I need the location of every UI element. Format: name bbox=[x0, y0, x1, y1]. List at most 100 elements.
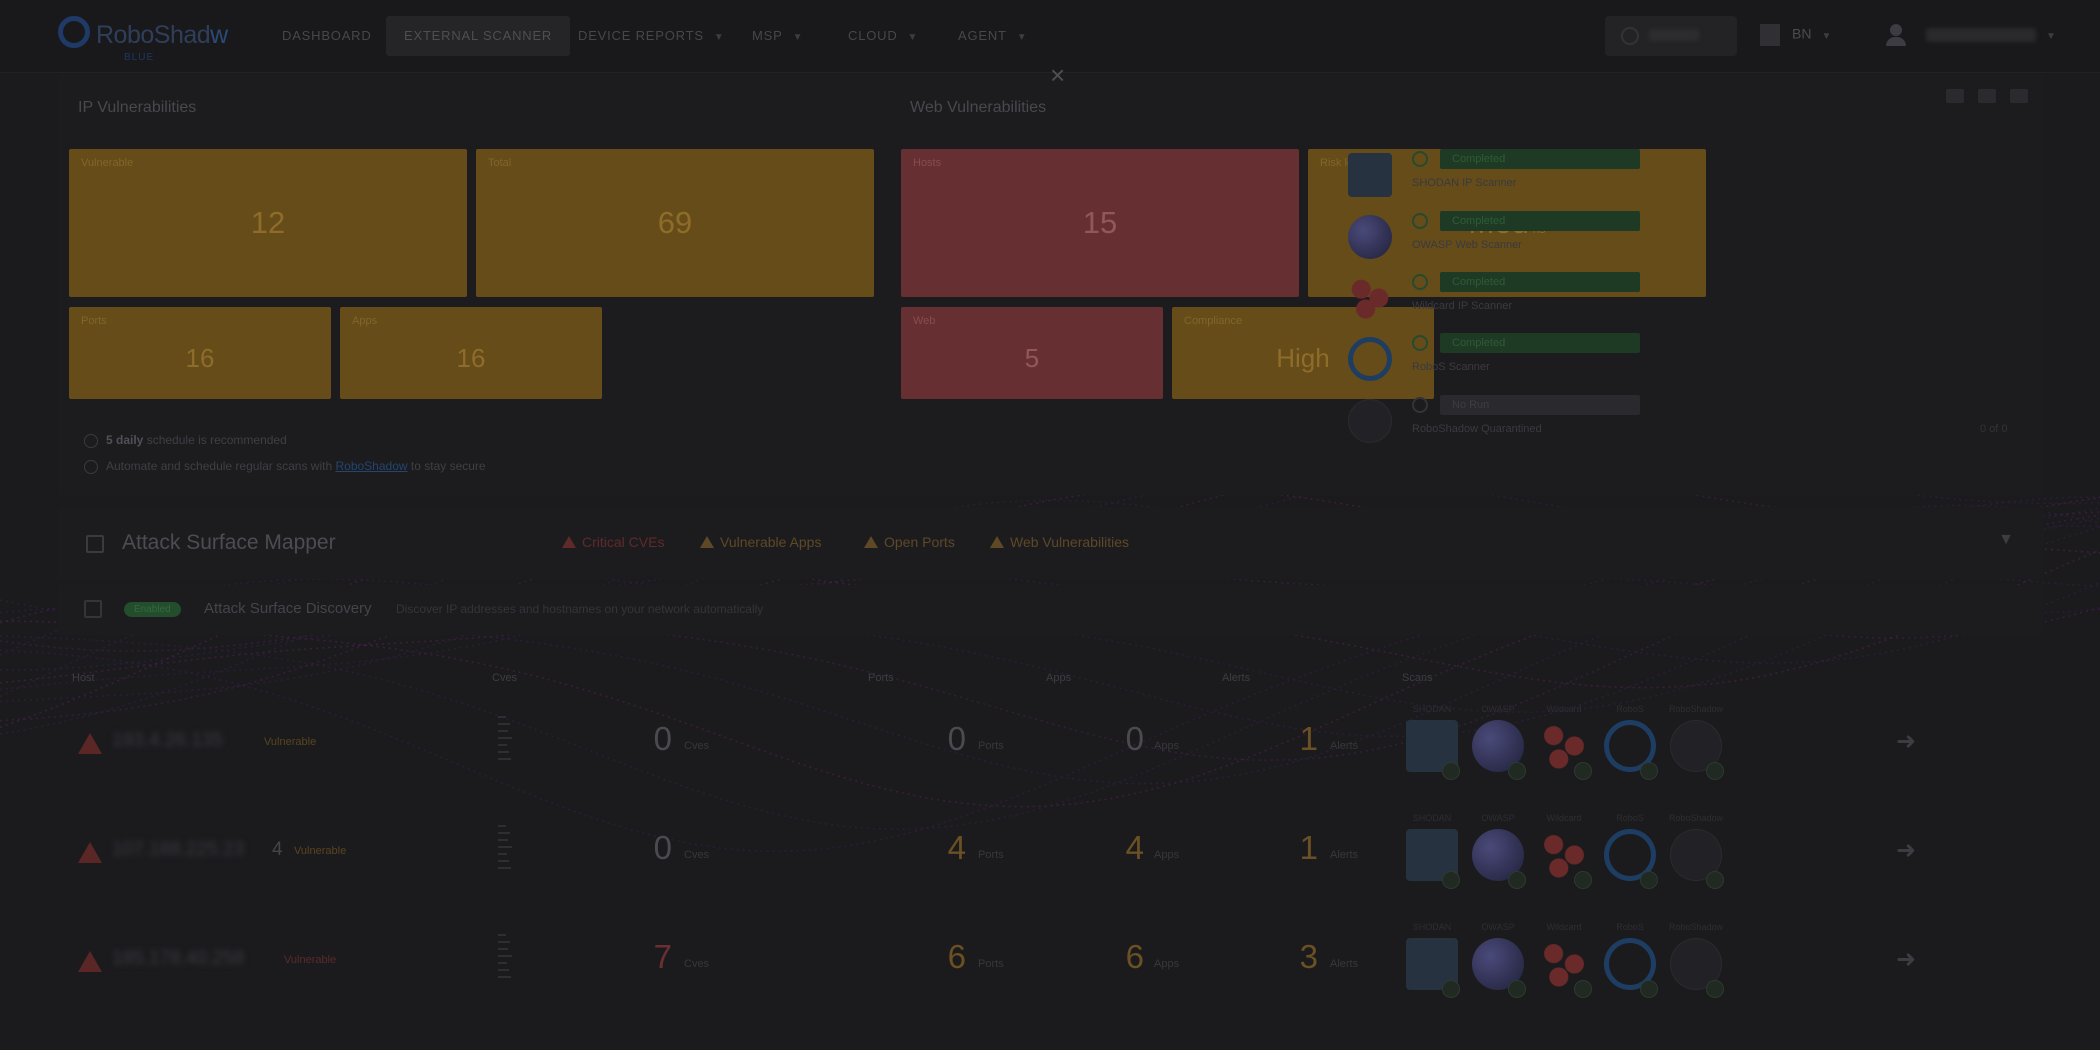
cves-unit: Cves bbox=[684, 849, 710, 861]
chevron-down-icon[interactable]: ▼ bbox=[1998, 531, 2014, 549]
nav-device-reports[interactable]: Device Reports ▼ bbox=[578, 16, 725, 56]
scan-status-dots-icon[interactable]: Wildcard bbox=[1534, 922, 1594, 1002]
scan-status-dark-icon[interactable]: RoboShadow bbox=[1666, 922, 1726, 1002]
tile-label: Ports bbox=[81, 315, 107, 327]
scan-status-ring-icon[interactable]: RoboS bbox=[1600, 813, 1660, 893]
discovery-icon bbox=[84, 600, 102, 618]
check-circle-icon bbox=[1508, 762, 1526, 780]
attack-surface-mapper-bar[interactable]: Attack Surface Mapper Critical CVEs Vuln… bbox=[58, 507, 2044, 579]
ip-tile-vulnerable[interactable]: Vulnerable 12 bbox=[69, 149, 467, 297]
scan-status-dots-icon[interactable]: Wildcard bbox=[1534, 704, 1594, 784]
automation-link[interactable]: RoboShadow bbox=[335, 459, 407, 473]
cves-sparkline bbox=[498, 934, 512, 994]
check-circle-icon bbox=[1574, 762, 1592, 780]
scan-status-globe-icon[interactable]: OWASP bbox=[1468, 922, 1528, 1002]
scan-caption: OWASP bbox=[1481, 922, 1515, 932]
scanner-status-robos[interactable]: Completed RoboS Scanner bbox=[1348, 333, 2028, 387]
automation-note: Automate and schedule regular scans with… bbox=[84, 459, 486, 474]
scan-caption: Wildcard bbox=[1546, 704, 1582, 714]
table-row[interactable]: 185.178.40.258 Vulnerable 7 Cves 6 Ports 6 Apps… bbox=[58, 910, 2044, 1010]
apps-unit: Apps bbox=[1154, 740, 1180, 752]
scanner-status: Completed bbox=[1452, 153, 1506, 165]
scanner-name: RoboShadow Quarantined bbox=[1412, 423, 1542, 435]
user-name bbox=[1926, 28, 2036, 42]
cves-sparkline bbox=[498, 716, 512, 776]
vulnerability-summary-panel: IP Vulnerabilities Web Vulnerabilities V… bbox=[58, 75, 2044, 495]
column-header-alerts[interactable]: Alerts bbox=[1222, 672, 1250, 684]
ip-tile-ports[interactable]: Ports 16 bbox=[69, 307, 331, 399]
host-address-visible: 4 bbox=[272, 839, 283, 860]
scan-status-shodan-icon[interactable]: SHODAN bbox=[1402, 704, 1462, 784]
scan-status-dots-icon[interactable]: Wildcard bbox=[1534, 813, 1594, 893]
table-row[interactable]: 107.188.225.23 4 Vulnerable 0 Cves 4 Ports 4 App… bbox=[58, 801, 2044, 901]
search-placeholder bbox=[1649, 29, 1699, 41]
scanner-name: RoboS Scanner bbox=[1412, 361, 1490, 373]
scan-caption: OWASP bbox=[1481, 813, 1515, 823]
scan-status-dark-icon[interactable]: RoboShadow bbox=[1666, 813, 1726, 893]
web-tile-hosts[interactable]: Hosts 15 bbox=[901, 149, 1299, 297]
org-selector[interactable]: BN ▼ bbox=[1760, 24, 1831, 46]
chevron-down-icon: ▼ bbox=[792, 32, 804, 43]
arrow-right-icon[interactable]: ➜ bbox=[1896, 945, 1916, 974]
ports-count: 4 bbox=[947, 829, 966, 866]
scan-status-ring-icon[interactable]: RoboS bbox=[1600, 922, 1660, 1002]
scanner-status-wildcard[interactable]: Completed Wildcard IP Scanner bbox=[1348, 272, 2028, 326]
export-icon[interactable] bbox=[2010, 89, 2028, 103]
column-header-scans[interactable]: Scans bbox=[1402, 672, 1433, 684]
global-search[interactable] bbox=[1605, 16, 1737, 56]
scan-status-globe-icon[interactable]: OWASP bbox=[1468, 813, 1528, 893]
info-icon[interactable] bbox=[1946, 89, 1964, 103]
attack-surface-mapper-title: Attack Surface Mapper bbox=[122, 531, 336, 554]
scan-status-shodan-icon[interactable]: SHODAN bbox=[1402, 813, 1462, 893]
host-address[interactable]: 193.4.26.135 bbox=[112, 730, 223, 752]
logo-subtitle: BLUE bbox=[124, 52, 155, 63]
scan-status-shodan-icon[interactable]: SHODAN bbox=[1402, 922, 1462, 1002]
scanner-status-quarantined[interactable]: No Run RoboShadow Quarantined 0 of 0 bbox=[1348, 395, 2028, 449]
ip-tile-total[interactable]: Total 69 bbox=[476, 149, 874, 297]
tag-web-vulnerabilities[interactable]: Web Vulnerabilities bbox=[990, 534, 1129, 550]
nav-dashboard-label: Dashboard bbox=[282, 28, 372, 43]
arrow-right-icon[interactable]: ➜ bbox=[1896, 836, 1916, 865]
check-circle-icon bbox=[1508, 980, 1526, 998]
close-icon[interactable]: × bbox=[1050, 62, 1065, 88]
scan-status-dark-icon[interactable]: RoboShadow bbox=[1666, 704, 1726, 784]
alerts-count: 1 bbox=[1299, 720, 1318, 757]
tile-value: 69 bbox=[657, 205, 693, 240]
ip-tile-apps[interactable]: Apps 16 bbox=[340, 307, 602, 399]
scanner-status-owasp[interactable]: Completed OWASP Web Scanner bbox=[1348, 211, 2028, 265]
web-tile-web[interactable]: Web 5 bbox=[901, 307, 1163, 399]
column-header-ports[interactable]: Ports bbox=[868, 672, 894, 684]
chevron-down-icon: ▼ bbox=[1821, 30, 1832, 42]
host-address[interactable]: 185.178.40.258 bbox=[112, 948, 244, 970]
check-circle-icon bbox=[1412, 213, 1428, 229]
tag-open-ports[interactable]: Open Ports bbox=[864, 534, 955, 550]
check-circle-icon bbox=[1508, 871, 1526, 889]
scanner-status: Completed bbox=[1452, 337, 1506, 349]
nav-msp[interactable]: MSP ▼ bbox=[752, 16, 803, 56]
nav-external-scanner[interactable]: External Scanner bbox=[386, 16, 571, 56]
tile-value: 12 bbox=[250, 205, 286, 240]
check-circle-icon bbox=[1412, 274, 1428, 290]
host-address[interactable]: 107.188.225.23 bbox=[112, 839, 244, 861]
scan-status-ring-icon[interactable]: RoboS bbox=[1600, 704, 1660, 784]
apps-count: 0 bbox=[1125, 720, 1144, 757]
column-header-host[interactable]: Host bbox=[72, 672, 95, 684]
nav-dashboard[interactable]: Dashboard bbox=[282, 16, 372, 56]
scan-status-globe-icon[interactable]: OWASP bbox=[1468, 704, 1528, 784]
nav-cloud[interactable]: Cloud ▼ bbox=[848, 16, 918, 56]
tag-critical-cves[interactable]: Critical CVEs bbox=[562, 534, 664, 550]
ports-unit: Ports bbox=[978, 740, 1004, 752]
logo-text-end: w bbox=[210, 21, 228, 49]
arrow-right-icon[interactable]: ➜ bbox=[1896, 727, 1916, 756]
attack-surface-discovery-bar[interactable]: Enabled Attack Surface Discovery Discove… bbox=[58, 585, 2044, 635]
automation-text-end: to stay secure bbox=[410, 459, 486, 473]
ports-unit: Ports bbox=[978, 958, 1004, 970]
column-header-apps[interactable]: Apps bbox=[1046, 672, 1071, 684]
nav-agent[interactable]: Agent ▼ bbox=[958, 16, 1028, 56]
user-menu[interactable]: ▼ bbox=[1886, 24, 2056, 46]
calendar-icon[interactable] bbox=[1978, 89, 1996, 103]
tag-vulnerable-apps[interactable]: Vulnerable Apps bbox=[700, 534, 821, 550]
scanner-status-shodan[interactable]: Completed SHODAN IP Scanner bbox=[1348, 149, 2028, 203]
table-row[interactable]: 193.4.26.135 Vulnerable 0 Cves 0 Ports 0 Apps 1 A… bbox=[58, 692, 2044, 792]
column-header-cves[interactable]: Cves bbox=[492, 672, 517, 684]
